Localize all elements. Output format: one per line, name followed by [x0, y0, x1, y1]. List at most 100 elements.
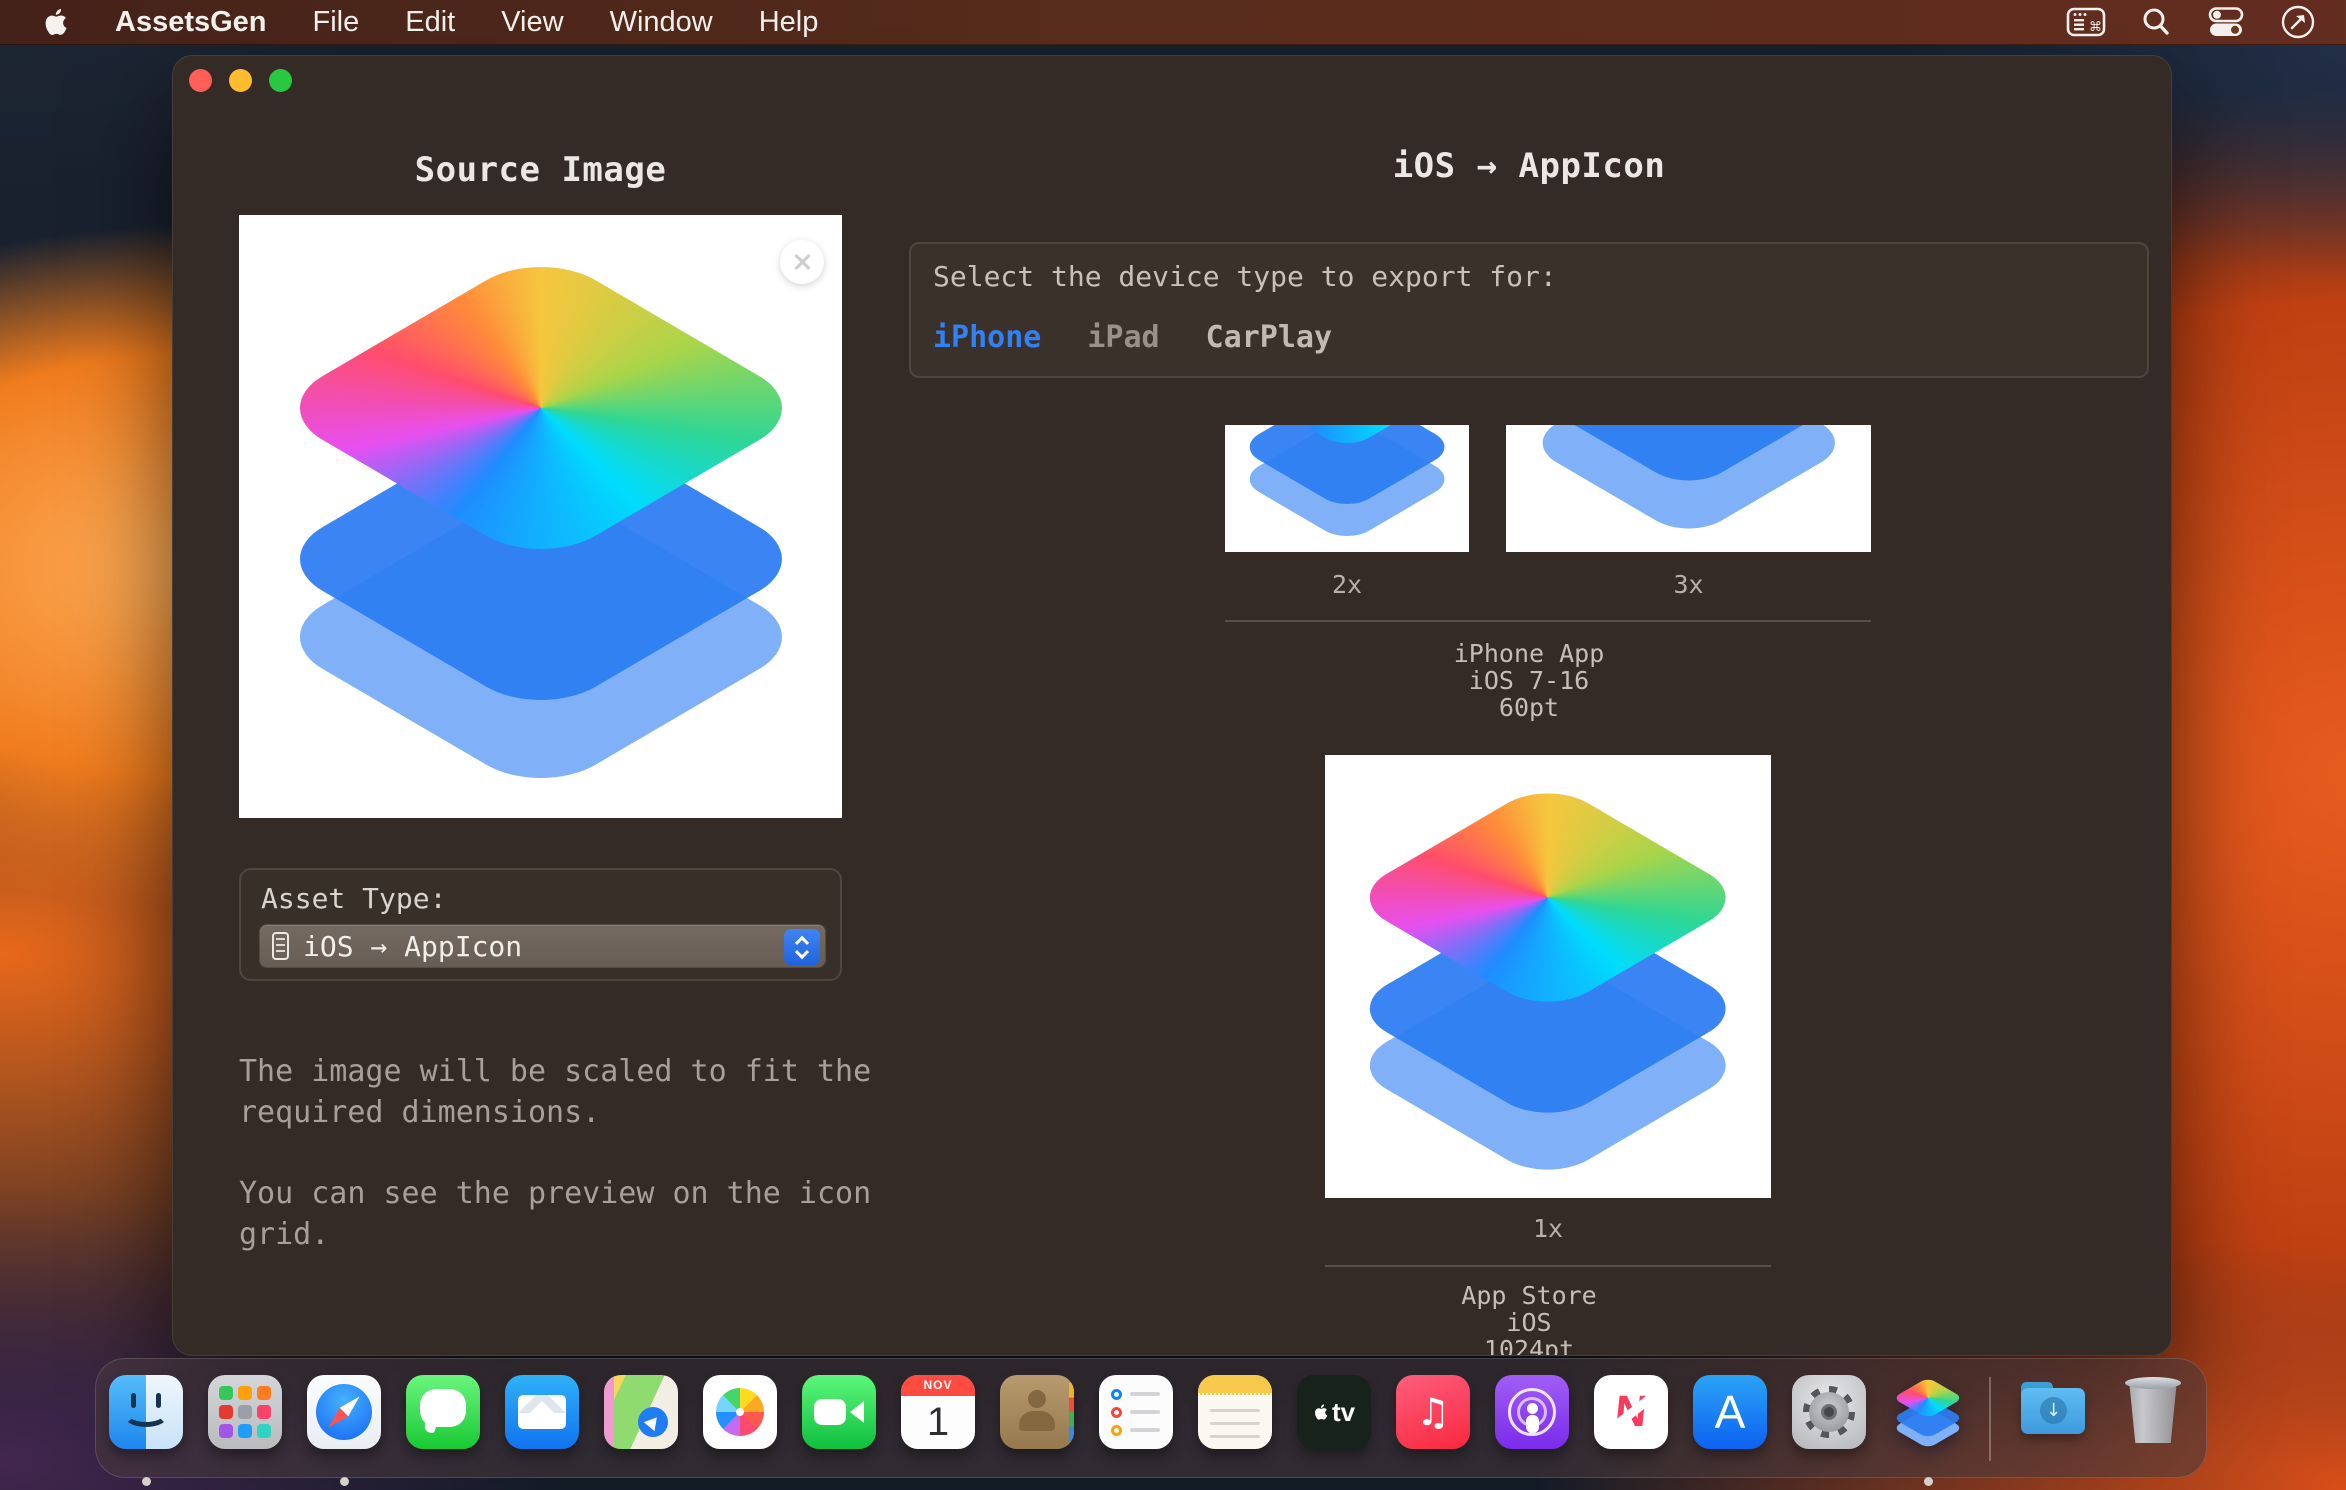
svg-text:⌘: ⌘	[2089, 20, 2102, 35]
dock-item-notes[interactable]	[1198, 1375, 1272, 1449]
calendar-month: NOV	[901, 1375, 975, 1396]
caption-line: iPhone App	[909, 640, 2149, 667]
caption-line: iOS	[909, 1309, 2149, 1336]
minimize-button[interactable]	[229, 69, 252, 92]
calendar-day: 1	[901, 1396, 975, 1449]
dock-item-calendar[interactable]: NOV 1	[901, 1375, 975, 1449]
messages-icon	[406, 1375, 480, 1449]
scale-label-1x: 1x	[1325, 1214, 1771, 1243]
dock-item-assetsgen[interactable]	[1891, 1375, 1965, 1449]
music-note-glyph: ♫	[1416, 1390, 1450, 1434]
reminders-icon	[1099, 1375, 1173, 1449]
device-prompt: Select the device type to export for:	[933, 260, 1557, 293]
close-button[interactable]	[189, 69, 212, 92]
spotlight-search-icon[interactable]	[2140, 6, 2172, 38]
menu-edit[interactable]: Edit	[405, 6, 455, 39]
downloads-folder-icon: ↓	[2016, 1375, 2090, 1449]
finder-icon	[109, 1375, 183, 1449]
preview-2x-image	[1225, 425, 1469, 552]
dock-item-finder[interactable]	[109, 1375, 183, 1449]
notes-icon	[1198, 1375, 1272, 1449]
asset-type-value: iOS → AppIcon	[303, 930, 522, 963]
layers-artwork	[239, 215, 842, 818]
dock-item-reminders[interactable]	[1099, 1375, 1173, 1449]
source-panel-title: Source Image	[239, 150, 842, 190]
music-icon: ♫	[1396, 1375, 1470, 1449]
menu-file[interactable]: File	[313, 6, 360, 39]
menu-window[interactable]: Window	[610, 6, 713, 39]
running-indicator	[340, 1477, 349, 1486]
info-text-line-2: You can see the preview on the icon grid…	[239, 1173, 879, 1255]
iphone-app-caption: iPhone App iOS 7-16 60pt	[909, 640, 2149, 721]
calendar-icon: NOV 1	[901, 1375, 975, 1449]
download-arrow-glyph: ↓	[2040, 1397, 2067, 1424]
group-divider	[1225, 620, 1871, 622]
dock-item-contacts[interactable]	[1000, 1375, 1074, 1449]
menu-bar: AssetsGen File Edit View Window Help ⌘	[0, 0, 2346, 45]
iphone-glyph-icon	[272, 932, 289, 960]
caption-line: iOS 7-16	[909, 667, 2149, 694]
preview-3x-image	[1506, 425, 1871, 552]
asset-type-label: Asset Type:	[261, 882, 446, 915]
dock-item-music[interactable]: ♫	[1396, 1375, 1470, 1449]
caption-line: 1024pt	[909, 1336, 2149, 1356]
dock-item-tv[interactable]: tv	[1297, 1375, 1371, 1449]
dock-item-system-settings[interactable]	[1792, 1375, 1866, 1449]
dock-separator	[1989, 1377, 1991, 1461]
dock-item-app-store[interactable]: A	[1693, 1375, 1767, 1449]
dock-item-downloads[interactable]: ↓	[2016, 1375, 2090, 1449]
safari-icon	[307, 1375, 381, 1449]
dock-item-launchpad[interactable]	[208, 1375, 282, 1449]
dropdown-stepper-icon[interactable]	[784, 929, 820, 965]
device-type-selector: Select the device type to export for: iP…	[909, 242, 2149, 378]
facetime-icon	[802, 1375, 876, 1449]
dock-item-facetime[interactable]	[802, 1375, 876, 1449]
dock-item-maps[interactable]	[604, 1375, 678, 1449]
menubar-app-name[interactable]: AssetsGen	[115, 6, 267, 39]
remove-image-button[interactable]	[780, 240, 824, 284]
contacts-icon	[1000, 1375, 1074, 1449]
settings-gear-icon	[1792, 1375, 1866, 1449]
trash-icon	[2115, 1375, 2189, 1449]
app-store-caption: App Store iOS 1024pt	[909, 1282, 2149, 1356]
device-tab-carplay[interactable]: CarPlay	[1206, 320, 1332, 355]
scale-label-3x: 3x	[1506, 570, 1871, 599]
export-panel-title: iOS → AppIcon	[909, 146, 2149, 186]
menu-help[interactable]: Help	[759, 6, 819, 39]
tv-label: tv	[1332, 1397, 1355, 1428]
dock-item-photos[interactable]	[703, 1375, 777, 1449]
dock-item-podcasts[interactable]	[1495, 1375, 1569, 1449]
running-indicator	[142, 1477, 151, 1486]
close-x-icon	[792, 252, 812, 272]
dock-item-mail[interactable]	[505, 1375, 579, 1449]
dock-item-news[interactable]: N	[1594, 1375, 1668, 1449]
launchpad-icon	[208, 1375, 282, 1449]
photos-icon	[703, 1375, 777, 1449]
arrow-circle-icon[interactable]	[2280, 4, 2316, 40]
dock-item-trash[interactable]	[2115, 1375, 2189, 1449]
assetsgen-app-icon	[1891, 1375, 1965, 1449]
control-center-icon[interactable]	[2206, 6, 2246, 38]
menu-view[interactable]: View	[501, 6, 563, 39]
asset-type-group: Asset Type: iOS → AppIcon	[239, 868, 842, 981]
zoom-button[interactable]	[269, 69, 292, 92]
device-tab-iphone[interactable]: iPhone	[933, 320, 1041, 355]
maps-icon	[604, 1375, 678, 1449]
running-indicator	[1924, 1477, 1933, 1486]
caption-line: 60pt	[909, 694, 2149, 721]
info-text-line-1: The image will be scaled to fit the requ…	[239, 1051, 879, 1133]
info-text: The image will be scaled to fit the requ…	[239, 1051, 879, 1255]
source-image-preview	[239, 215, 842, 818]
dock-item-safari[interactable]	[307, 1375, 381, 1449]
preview-1x-image	[1325, 755, 1771, 1198]
news-icon: N	[1594, 1375, 1668, 1449]
command-palette-icon[interactable]: ⌘	[2066, 6, 2106, 38]
apple-menu-icon[interactable]	[42, 7, 69, 37]
dock-item-messages[interactable]	[406, 1375, 480, 1449]
apple-tv-icon: tv	[1297, 1375, 1371, 1449]
caption-line: App Store	[909, 1282, 2149, 1309]
mail-icon	[505, 1375, 579, 1449]
group-divider	[1325, 1265, 1771, 1267]
asset-type-dropdown[interactable]: iOS → AppIcon	[259, 924, 826, 968]
device-tab-ipad[interactable]: iPad	[1087, 320, 1159, 355]
